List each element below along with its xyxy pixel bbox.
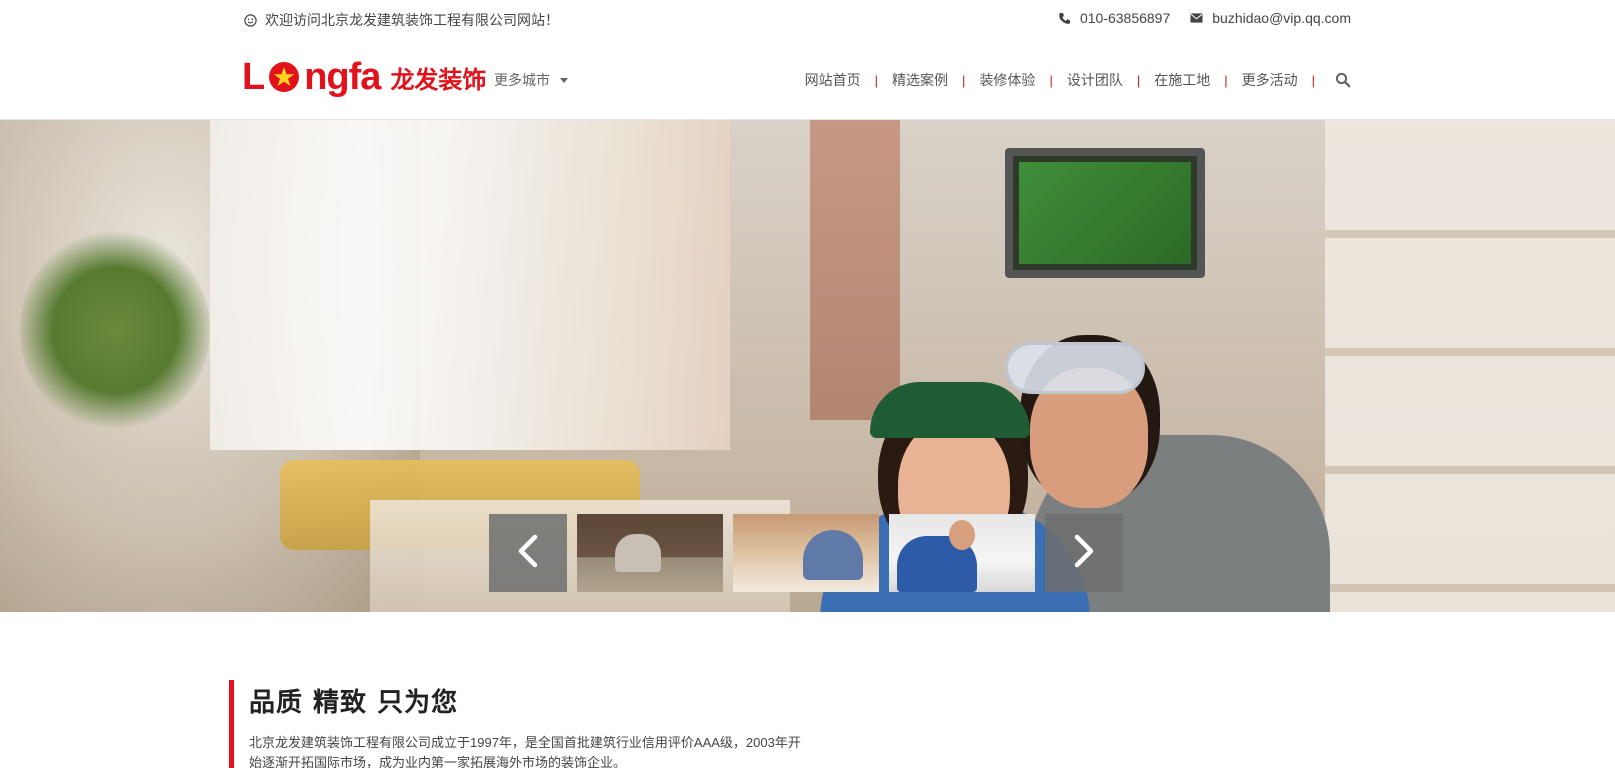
top-bar: 欢迎访问北京龙发建筑装饰工程有限公司网站！ 010-63856897 buzhi… <box>0 0 1615 38</box>
hero-background-plant <box>20 230 210 430</box>
phone-contact: 010-63856897 <box>1058 10 1170 26</box>
nav-item-experience[interactable]: 装修体验 <box>965 70 1049 90</box>
caret-down-icon <box>560 77 568 83</box>
logo[interactable]: L ngfa 龙发装饰 <box>242 58 486 96</box>
carousel-next-button[interactable] <box>1045 514 1123 592</box>
welcome-message: 欢迎访问北京龙发建筑装饰工程有限公司网站！ <box>244 10 559 30</box>
hero-background-shelves <box>1325 120 1615 612</box>
chevron-right-icon <box>1071 533 1097 574</box>
hero-background-brick <box>810 120 900 420</box>
intro-title: 品质 精致 只为您 <box>249 688 459 718</box>
logo-latin-suffix: ngfa <box>304 56 381 98</box>
hero-background-window <box>210 120 730 450</box>
hero-background-tv <box>1005 148 1205 278</box>
main-nav: 网站首页 | 精选案例 | 装修体验 | 设计团队 | 在施工地 | 更多活动 … <box>791 70 1315 90</box>
hero-woman-scarf <box>870 382 1030 438</box>
header: L ngfa 龙发装饰 更多城市 网站首页 | 精选案例 | 装修体验 | 设计… <box>0 38 1615 120</box>
nav-item-home[interactable]: 网站首页 <box>791 70 875 90</box>
carousel-prev-button[interactable] <box>489 514 567 592</box>
phone-icon <box>1058 12 1071 25</box>
chevron-left-icon <box>515 533 541 574</box>
city-selector-label: 更多城市 <box>494 72 550 88</box>
nav-item-design-team[interactable]: 设计团队 <box>1053 70 1137 90</box>
email-contact[interactable]: buzhidao@vip.qq.com <box>1190 10 1351 26</box>
logo-latin-prefix: L <box>242 56 265 98</box>
carousel-thumbnails <box>489 514 1123 592</box>
phone-number: 010-63856897 <box>1079 10 1171 26</box>
welcome-text: 欢迎访问北京龙发建筑装饰工程有限公司网站！ <box>265 12 559 28</box>
nav-item-cases[interactable]: 精选案例 <box>878 70 962 90</box>
carousel-thumbnail[interactable] <box>733 514 879 592</box>
nav-item-activities[interactable]: 更多活动 <box>1228 70 1312 90</box>
contact-info: 010-63856897 buzhidao@vip.qq.com <box>1058 10 1351 26</box>
smile-icon <box>244 13 257 27</box>
envelope-icon <box>1190 12 1203 25</box>
nav-separator: | <box>1311 72 1315 88</box>
intro-section: 品质 精致 只为您 北京龙发建筑装饰工程有限公司成立于1997年，是全国首批建筑… <box>229 680 929 768</box>
hero-goggles <box>1005 342 1145 394</box>
star-icon <box>269 62 300 92</box>
intro-text: 北京龙发建筑装饰工程有限公司成立于1997年，是全国首批建筑行业信用评价AAA级… <box>249 735 801 768</box>
nav-item-sites[interactable]: 在施工地 <box>1140 70 1224 90</box>
email-address[interactable]: buzhidao@vip.qq.com <box>1212 10 1351 26</box>
carousel-thumbnail[interactable] <box>577 514 723 592</box>
carousel-thumbnail[interactable] <box>889 514 1035 592</box>
city-selector[interactable]: 更多城市 <box>494 70 568 90</box>
search-icon[interactable] <box>1335 72 1351 88</box>
logo-cn-text: 龙发装饰 <box>390 65 487 94</box>
